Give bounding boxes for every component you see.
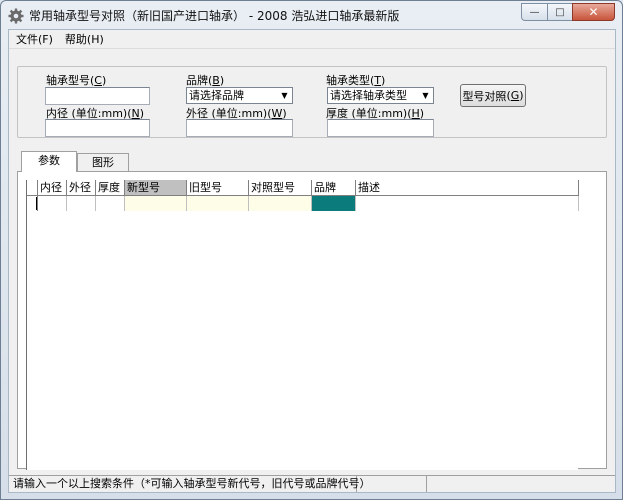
bearing-type-label: 轴承类型(T) (326, 74, 386, 87)
compare-button[interactable]: 型号对照(G) (460, 84, 526, 107)
bearing-type-select-value: 请选择轴承类型 (330, 89, 407, 102)
menu-file[interactable]: 文件(F) (9, 30, 59, 49)
table-cell[interactable] (187, 196, 249, 211)
brand-select[interactable]: 请选择品牌 ▼ (186, 87, 293, 104)
table-cell[interactable] (249, 196, 312, 211)
table-cell[interactable] (67, 196, 96, 211)
row-header-cursor[interactable] (27, 196, 38, 211)
status-message: 请输入一个以上搜索条件（*可输入轴承型号新代号，旧代号或品牌代号） (9, 476, 371, 492)
main-window: 常用轴承型号对照（新旧国产进口轴承） - 2008 浩弘进口轴承最新版 — □ … (0, 0, 623, 500)
table-cell[interactable] (96, 196, 125, 211)
inner-diameter-input[interactable] (45, 119, 150, 137)
table-cell[interactable] (356, 196, 579, 211)
title-bar[interactable]: 常用轴承型号对照（新旧国产进口轴承） - 2008 浩弘进口轴承最新版 — □ … (2, 2, 621, 29)
parameters-panel: 内径 外径 厚度 新型号 旧型号 对照型号 品牌 描述 (17, 171, 607, 470)
window-title: 常用轴承型号对照（新旧国产进口轴承） - 2008 浩弘进口轴承最新版 (29, 9, 400, 23)
tab-parameters[interactable]: 参数 (21, 151, 77, 172)
column-header-thickness[interactable]: 厚度 (96, 180, 125, 196)
chevron-down-icon[interactable]: ▼ (277, 88, 292, 103)
client-area: 文件(F) 帮助(H) 轴承型号(C) 品牌(B) 请选择品牌 ▼ 轴承类型(T… (8, 29, 616, 493)
outer-diameter-input[interactable] (186, 119, 293, 137)
bearing-type-select[interactable]: 请选择轴承类型 ▼ (327, 87, 434, 104)
grid-corner (27, 180, 38, 196)
bearing-no-input[interactable] (45, 87, 150, 105)
table-cell-selected[interactable] (312, 196, 356, 211)
results-grid[interactable]: 内径 外径 厚度 新型号 旧型号 对照型号 品牌 描述 (26, 180, 579, 470)
menu-help[interactable]: 帮助(H) (59, 30, 110, 49)
status-bar: 请输入一个以上搜索条件（*可输入轴承型号新代号，旧代号或品牌代号） (9, 475, 615, 492)
bearing-no-label: 轴承型号(C) (46, 74, 107, 87)
grid-header: 内径 外径 厚度 新型号 旧型号 对照型号 品牌 描述 (27, 180, 579, 196)
search-group: 轴承型号(C) 品牌(B) 请选择品牌 ▼ 轴承类型(T) 请选择轴承类型 ▼ … (17, 66, 607, 138)
chevron-down-icon[interactable]: ▼ (418, 88, 433, 103)
status-panel-3 (427, 476, 615, 492)
close-button[interactable]: ✕ (572, 3, 615, 21)
column-header-outer[interactable]: 外径 (67, 180, 96, 196)
column-header-compare-model[interactable]: 对照型号 (249, 180, 312, 196)
brand-label: 品牌(B) (186, 74, 225, 87)
minimize-button[interactable]: — (521, 3, 547, 21)
column-header-old-model[interactable]: 旧型号 (187, 180, 249, 196)
table-cell[interactable] (38, 196, 67, 211)
table-cell[interactable] (125, 196, 187, 211)
brand-select-value: 请选择品牌 (189, 89, 244, 102)
column-header-brand[interactable]: 品牌 (312, 180, 356, 196)
table-row[interactable] (27, 196, 579, 211)
column-header-description[interactable]: 描述 (356, 180, 579, 196)
menu-bar: 文件(F) 帮助(H) (9, 30, 615, 49)
maximize-button[interactable]: □ (547, 3, 572, 21)
status-panel-2 (357, 476, 427, 492)
thickness-input[interactable] (327, 119, 434, 137)
tab-graphics[interactable]: 图形 (77, 153, 129, 172)
gear-icon (8, 8, 24, 23)
column-header-inner[interactable]: 内径 (38, 180, 67, 196)
column-header-new-model[interactable]: 新型号 (125, 180, 187, 196)
